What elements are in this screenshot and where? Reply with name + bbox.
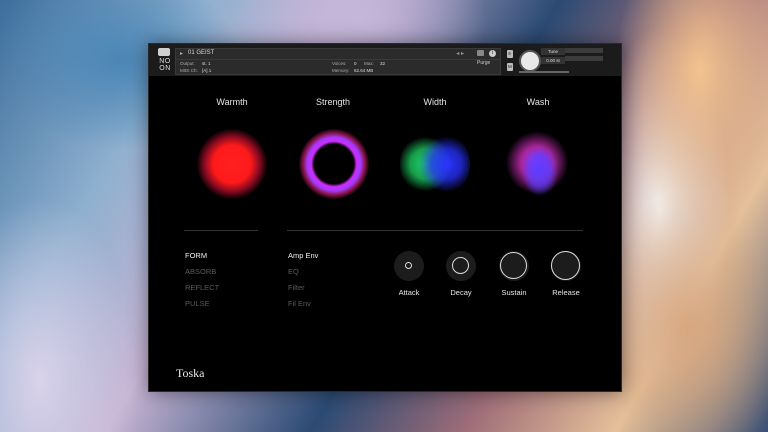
sustain-knob[interactable] [499,251,529,281]
sustain-level-ring [500,252,527,279]
host-header: NO ON ▸ 01 GEIST ◂ ▸ i Output: st. 1 MIDI… [149,44,621,76]
voices-label: Voices: [332,61,347,66]
tab-eq[interactable]: EQ [288,267,299,276]
solo-label: S [508,51,512,56]
tab-filter[interactable]: Filter [288,283,305,292]
solo-button[interactable]: S [507,50,513,58]
level-meter-left [565,48,603,53]
tab-fil-env[interactable]: Fil Env [288,299,311,308]
tune-value-field[interactable]: 0.00 st [541,57,565,64]
right-divider [287,230,583,231]
logo-text-bottom: ON [159,65,171,72]
max-label: Max: [364,61,374,66]
macro-label-strength: Strength [315,97,351,107]
pan-volume-slider[interactable] [519,71,569,73]
logo-text-top: NO [159,58,171,65]
instrument-panel: ▸ 01 GEIST ◂ ▸ i Output: st. 1 MIDI Ch: … [175,48,501,75]
instrument-nav-arrows-icon[interactable]: ◂ ▸ [456,50,464,57]
warmth-orb-control[interactable] [197,129,267,199]
menu-absorb[interactable]: ABSORB [185,267,216,276]
tune-knob[interactable] [519,50,541,72]
camera-icon[interactable] [477,50,484,56]
macro-label-warmth: Warmth [216,97,248,107]
tab-amp-env[interactable]: Amp Env [288,251,318,260]
attack-level-ring [405,262,412,269]
level-meter-right [565,56,603,61]
macro-label-wash: Wash [526,97,550,107]
attack-knob[interactable] [394,251,424,281]
menu-reflect[interactable]: REFLECT [185,283,219,292]
width-orb-control[interactable] [400,129,470,199]
menu-form[interactable]: FORM [185,251,207,260]
release-knob[interactable] [551,251,581,281]
strength-orb-control[interactable] [299,129,369,199]
decay-level-ring [452,257,469,274]
memory-value: 62.64 MB [354,68,374,73]
release-label: Release [552,288,580,297]
menu-pulse[interactable]: PULSE [185,299,210,308]
logo-badge-icon [158,48,170,56]
mute-button[interactable]: M [507,63,513,71]
instrument-name[interactable]: 01 GEIST [188,50,214,56]
brand-logo-text: Toska [176,366,205,380]
release-level-ring [551,251,580,280]
macro-label-width: Width [423,97,447,107]
voices-value: 0 [354,61,357,66]
noon-logo: NO ON [155,48,175,74]
decay-label: Decay [450,288,472,297]
attack-label: Attack [398,288,420,297]
collapse-arrow-icon[interactable]: ▸ [180,50,183,57]
left-divider [184,230,258,231]
max-value[interactable]: 32 [380,61,385,66]
sustain-label: Sustain [501,288,527,297]
purge-button[interactable]: Purge [477,60,490,66]
tune-value: 0.00 [546,58,555,63]
mute-label: M [508,64,512,69]
wash-orb-control[interactable] [502,129,572,199]
output-label: Output: [180,61,195,66]
memory-label: Memory: [332,68,350,73]
output-value[interactable]: st. 1 [202,61,211,66]
midi-label: MIDI Ch: [180,68,198,73]
tune-label: Tune [541,48,565,55]
tune-unit: st [556,58,560,63]
decay-knob[interactable] [446,251,476,281]
midi-value[interactable]: [A] 1 [202,68,211,73]
info-icon[interactable]: i [489,50,496,57]
plugin-window: NO ON ▸ 01 GEIST ◂ ▸ i Output: st. 1 MIDI… [148,43,622,392]
